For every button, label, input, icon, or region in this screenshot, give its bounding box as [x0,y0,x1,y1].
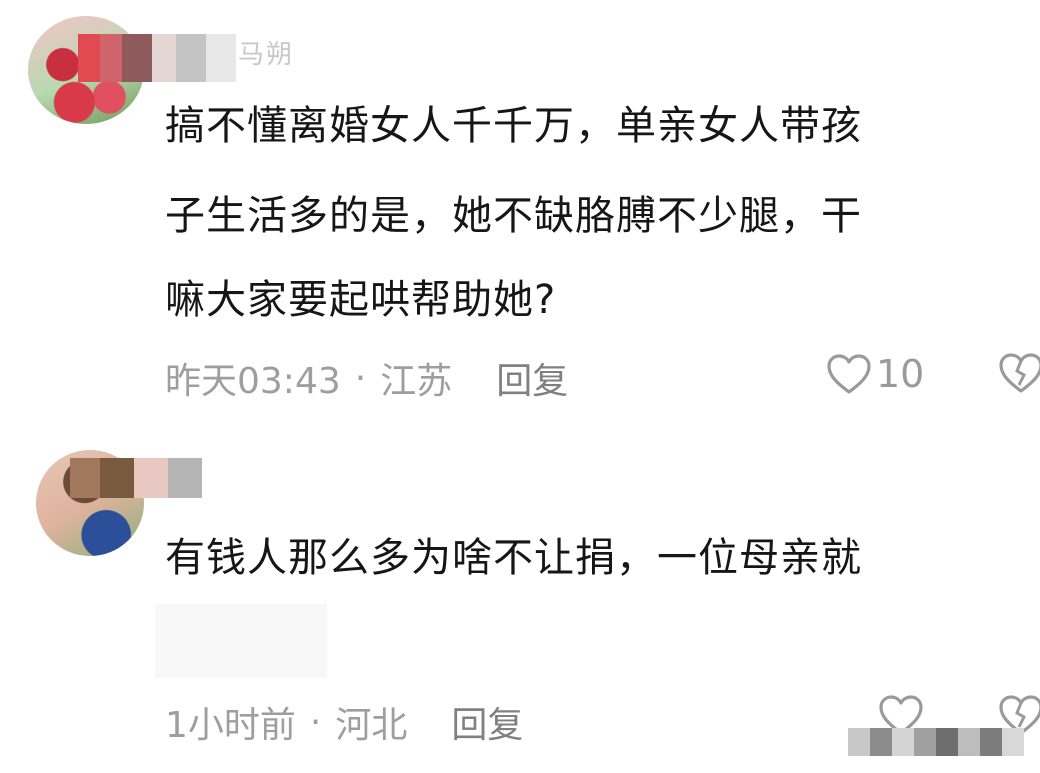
dislike-button[interactable] [998,352,1040,394]
reply-button[interactable]: 回复 [451,696,523,748]
like-count: 10 [876,352,925,396]
comment-text-line: 有钱人那么多为啥不让捐，一位母亲就 [165,535,862,581]
comment-time: 昨天03:43 [165,361,341,402]
username-pixelated[interactable] [70,458,202,498]
comment-text-line: 搞不懂离婚女人千千万，单亲女人带孩 [165,103,862,149]
meta-separator: · [354,357,367,399]
comment-text-line: 子生活多的是，她不缺胳膊不少腿，干 [165,193,862,239]
comment-meta: 1小时前 · 河北 回复 [165,696,523,748]
username-pixelated[interactable] [78,34,236,82]
meta-separator: · [309,701,322,743]
reply-button[interactable]: 回复 [496,352,568,404]
comment-text-line: 嘛大家要起哄帮助她? [165,277,557,323]
comment-location: 河北 [335,705,408,746]
broken-heart-icon [999,353,1040,393]
comment-location: 江苏 [380,361,453,402]
comment-image-placeholder [155,604,327,678]
like-button[interactable]: 10 [826,352,924,396]
comment-time: 1小时前 [165,705,296,746]
username: 马朔 [238,40,295,70]
comment-meta: 昨天03:43 · 江苏 回复 [165,352,568,404]
heart-outline-icon [827,354,871,394]
comment-list: 马朔 搞不懂离婚女人千千万，单亲女人带孩 子生活多的是，她不缺胳膊不少腿，干 嘛… [0,0,1040,773]
watermark-pixelated [848,728,1024,756]
